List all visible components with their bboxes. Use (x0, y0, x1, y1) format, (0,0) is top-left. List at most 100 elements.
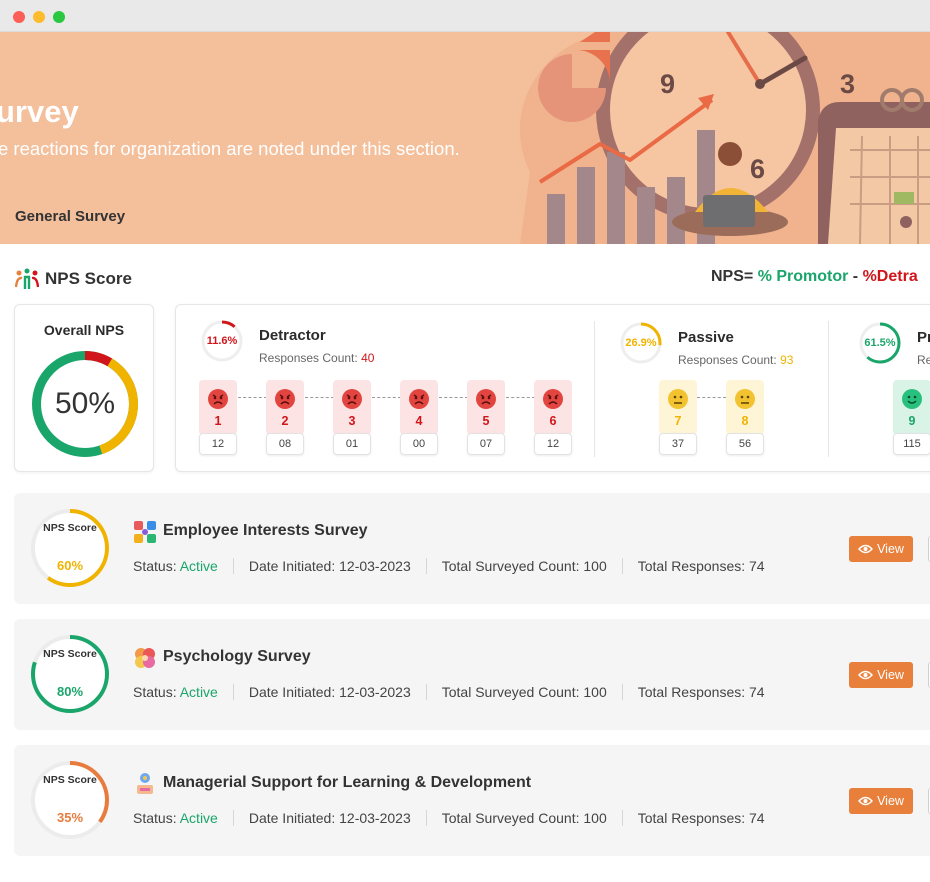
score-count: 07 (467, 433, 505, 455)
eye-icon (858, 670, 874, 680)
detractor-count-value: 40 (361, 351, 375, 365)
date-initiated: Date Initiated: 12-03-2023 (232, 684, 426, 700)
team-icon (15, 268, 39, 289)
promoter-title: Pro (917, 329, 930, 346)
score-value: 4 (415, 414, 423, 428)
status-value: Active (179, 810, 218, 826)
status-label: Status: (133, 810, 177, 826)
total-surveyed: Total Surveyed Count: 100 (425, 810, 622, 826)
score-card-9[interactable]: 9 115 (893, 380, 930, 456)
score-value: 2 (281, 414, 289, 428)
connector (439, 397, 468, 398)
score-card-1[interactable]: 1 12 (199, 380, 237, 456)
view-button[interactable]: View (849, 662, 913, 688)
status-label: Status: (133, 558, 177, 574)
score-card-8[interactable]: 8 56 (726, 380, 764, 456)
survey-status: Status: Active (133, 810, 233, 826)
minimize-window-button[interactable] (33, 11, 45, 23)
clock-nine: 9 (660, 69, 675, 99)
connector (506, 397, 535, 398)
survey-card[interactable]: NPS Score 80% Psychology Survey Status: … (14, 619, 930, 730)
angry-face-icon (342, 389, 362, 409)
score-card-2[interactable]: 2 08 (266, 380, 304, 456)
survey-title[interactable]: Psychology Survey (163, 648, 311, 666)
nps-score-label: NPS Score (43, 648, 97, 660)
view-button[interactable]: View (849, 788, 913, 814)
score-value: 9 (908, 414, 916, 428)
overall-nps-card: Overall NPS 50% (14, 304, 154, 472)
survey-score-value: 35% (56, 810, 84, 825)
score-count: 08 (266, 433, 304, 455)
maximize-window-button[interactable] (53, 11, 65, 23)
survey-card[interactable]: NPS Score 60% Employee Interests Survey … (14, 493, 930, 604)
angry-face-icon (476, 389, 496, 409)
score-card-5[interactable]: 5 07 (467, 380, 505, 456)
happy-face-icon (902, 389, 922, 409)
nps-score-heading: NPS Score (15, 267, 132, 291)
learning-icon (137, 773, 153, 794)
passive-percent: 26.9% (625, 337, 657, 349)
score-card-4[interactable]: 4 00 (400, 380, 438, 456)
brain-icon (135, 648, 155, 668)
survey-meta: Status: Active Date Initiated: 12-03-202… (133, 558, 780, 574)
neutral-face-icon (668, 389, 688, 409)
nps-formula: NPS= % Promotor - %Detra (711, 268, 918, 286)
responses-count-label: Responses Count: (259, 351, 358, 365)
close-window-button[interactable] (13, 11, 25, 23)
status-value: Active (179, 558, 218, 574)
score-value: 7 (674, 414, 682, 428)
score-value: 8 (741, 414, 749, 428)
responses-count-label: Responses Count: (678, 353, 777, 367)
angry-face-icon (275, 389, 295, 409)
angry-face-icon (543, 389, 563, 409)
survey-title[interactable]: Employee Interests Survey (163, 522, 368, 540)
divider (594, 321, 595, 457)
score-card-6[interactable]: 6 12 (534, 380, 572, 456)
window-titlebar (0, 0, 930, 32)
neutral-face-icon (735, 389, 755, 409)
total-surveyed: Total Surveyed Count: 100 (425, 684, 622, 700)
passive-count: Responses Count: 93 (678, 353, 793, 367)
survey-score-value: 60% (56, 558, 84, 573)
overall-nps-value: 50% (54, 387, 116, 420)
view-label: View (877, 794, 904, 808)
passive-title: Passive (678, 329, 734, 346)
score-value: 6 (549, 414, 557, 428)
angry-face-icon (409, 389, 429, 409)
connector (238, 397, 267, 398)
detractor-percent: 11.6% (206, 335, 238, 347)
score-count: 12 (199, 433, 237, 455)
promoter-count: Res (917, 353, 930, 367)
overall-nps-label: Overall NPS (43, 322, 125, 338)
banner-title: urvey (0, 94, 79, 129)
total-responses: Total Responses: 74 (621, 558, 780, 574)
survey-title[interactable]: Managerial Support for Learning & Develo… (163, 774, 531, 792)
responses-count-label: Res (917, 353, 930, 367)
score-card-3[interactable]: 3 01 (333, 380, 371, 456)
eye-icon (858, 796, 874, 806)
connector (697, 397, 726, 398)
view-button[interactable]: View (849, 536, 913, 562)
view-label: View (877, 668, 904, 682)
formula-prefix: NPS= (711, 268, 758, 285)
detractor-title: Detractor (259, 327, 326, 344)
survey-card[interactable]: NPS Score 35% Managerial Support for Lea… (14, 745, 930, 856)
total-responses: Total Responses: 74 (621, 810, 780, 826)
tab-general-survey[interactable]: General Survey (15, 208, 125, 225)
score-card-7[interactable]: 7 37 (659, 380, 697, 456)
status-label: Status: (133, 684, 177, 700)
score-count: 37 (659, 433, 697, 455)
detractor-count: Responses Count: 40 (259, 351, 374, 365)
clock-three: 3 (840, 69, 855, 99)
score-count: 115 (893, 433, 930, 455)
connector (372, 397, 401, 398)
survey-status: Status: Active (133, 558, 233, 574)
section-title: NPS Score (45, 269, 132, 288)
divider (828, 321, 829, 457)
eye-icon (858, 544, 874, 554)
score-count: 12 (534, 433, 572, 455)
banner-subtitle: e reactions for organization are noted u… (0, 138, 460, 159)
status-value: Active (179, 684, 218, 700)
survey-meta: Status: Active Date Initiated: 12-03-202… (133, 810, 780, 826)
formula-minus: - (848, 268, 863, 285)
